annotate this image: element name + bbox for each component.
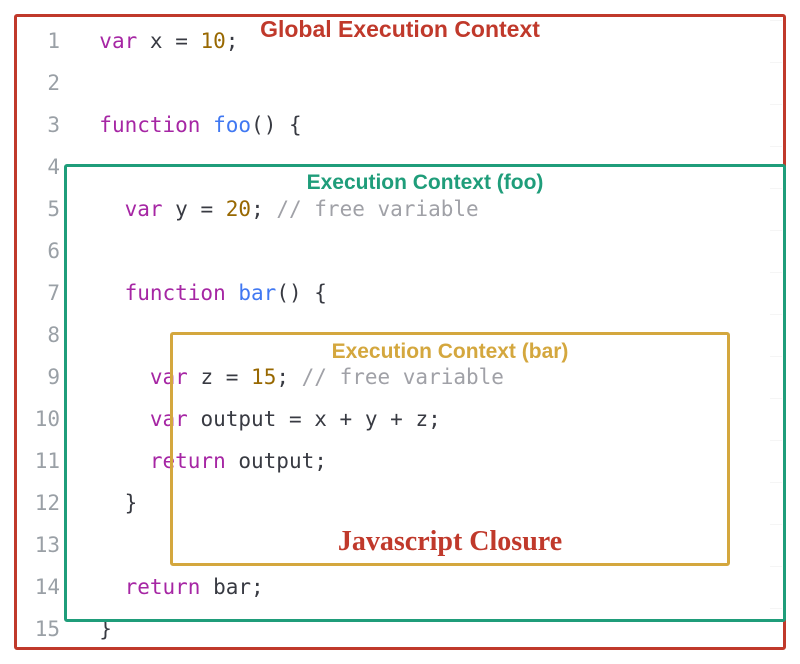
code-line: return bar; (74, 566, 788, 608)
line-number: 10 (12, 398, 60, 440)
line-number: 14 (12, 566, 60, 608)
line-number: 6 (12, 230, 60, 272)
line-number: 5 (12, 188, 60, 230)
line-number: 9 (12, 356, 60, 398)
line-number: 11 (12, 440, 60, 482)
code-line: function bar() { (74, 272, 788, 314)
code-line (74, 146, 788, 188)
line-number: 2 (12, 62, 60, 104)
code-line: var y = 20; // free variable (74, 188, 788, 230)
line-number: 1 (12, 20, 60, 62)
code-diagram: 1 2 3 4 5 6 7 8 9 10 11 12 13 14 15 var … (12, 12, 788, 652)
code-line: return output; (74, 440, 788, 482)
code-line: } (74, 482, 788, 524)
line-number: 7 (12, 272, 60, 314)
code-area: 1 2 3 4 5 6 7 8 9 10 11 12 13 14 15 var … (12, 12, 788, 652)
code-line (74, 62, 788, 104)
code-line: } (74, 608, 788, 650)
line-number: 15 (12, 608, 60, 650)
line-number: 12 (12, 482, 60, 524)
code-line (74, 314, 788, 356)
code-line: function foo() { (74, 104, 788, 146)
code-body: var x = 10; function foo() { var y = 20;… (74, 20, 788, 652)
line-number: 4 (12, 146, 60, 188)
line-number: 8 (12, 314, 60, 356)
code-line (74, 230, 788, 272)
code-line (74, 524, 788, 566)
line-number: 13 (12, 524, 60, 566)
code-line: var z = 15; // free variable (74, 356, 788, 398)
line-number-gutter: 1 2 3 4 5 6 7 8 9 10 11 12 13 14 15 (12, 20, 74, 652)
code-line: var output = x + y + z; (74, 398, 788, 440)
code-line: var x = 10; (74, 20, 788, 62)
line-number: 3 (12, 104, 60, 146)
